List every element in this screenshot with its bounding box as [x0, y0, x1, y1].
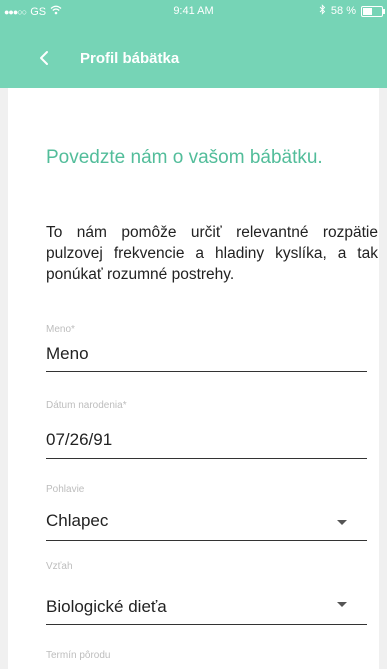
- birthdate-input[interactable]: 07/26/91: [46, 430, 112, 450]
- page-title: Profil bábätka: [80, 50, 180, 67]
- bluetooth-icon: [319, 4, 326, 18]
- gender-underline: [46, 540, 367, 541]
- relation-underline: [46, 624, 367, 625]
- back-button[interactable]: [36, 46, 56, 70]
- battery-icon: [361, 5, 385, 17]
- battery-percent: 58 %: [330, 5, 356, 17]
- form-heading: Povedzte nám o vašom bábätku.: [46, 147, 323, 168]
- relation-label: Vzťah: [46, 561, 73, 572]
- gender-label: Pohlavie: [46, 484, 85, 495]
- nav-bar: Profil bábätka: [0, 40, 387, 80]
- status-bar-right: 58 %: [319, 4, 385, 18]
- name-label: Meno*: [46, 324, 75, 335]
- chevron-down-icon[interactable]: [337, 520, 347, 525]
- form-intro: To nám pomôže určiť relevantné rozpätie …: [46, 224, 378, 283]
- name-underline: [46, 371, 367, 372]
- due-date-label: Termín pôrodu: [46, 650, 111, 661]
- status-bar: ●●●○○ GS 9:41 AM 58 %: [0, 0, 387, 22]
- chevron-left-icon: [40, 51, 48, 65]
- baby-profile-form: Povedzte nám o vašom bábätku. To nám pom…: [8, 88, 379, 669]
- gender-select[interactable]: Chlapec: [46, 511, 108, 531]
- relation-select[interactable]: Biologické dieťa: [46, 597, 167, 617]
- name-input[interactable]: Meno: [46, 344, 89, 364]
- birthdate-underline: [46, 458, 367, 459]
- birthdate-label: Dátum narodenia*: [46, 400, 127, 411]
- chevron-down-icon[interactable]: [337, 602, 347, 607]
- app-header: ●●●○○ GS 9:41 AM 58 % Profil bábätka: [0, 0, 387, 88]
